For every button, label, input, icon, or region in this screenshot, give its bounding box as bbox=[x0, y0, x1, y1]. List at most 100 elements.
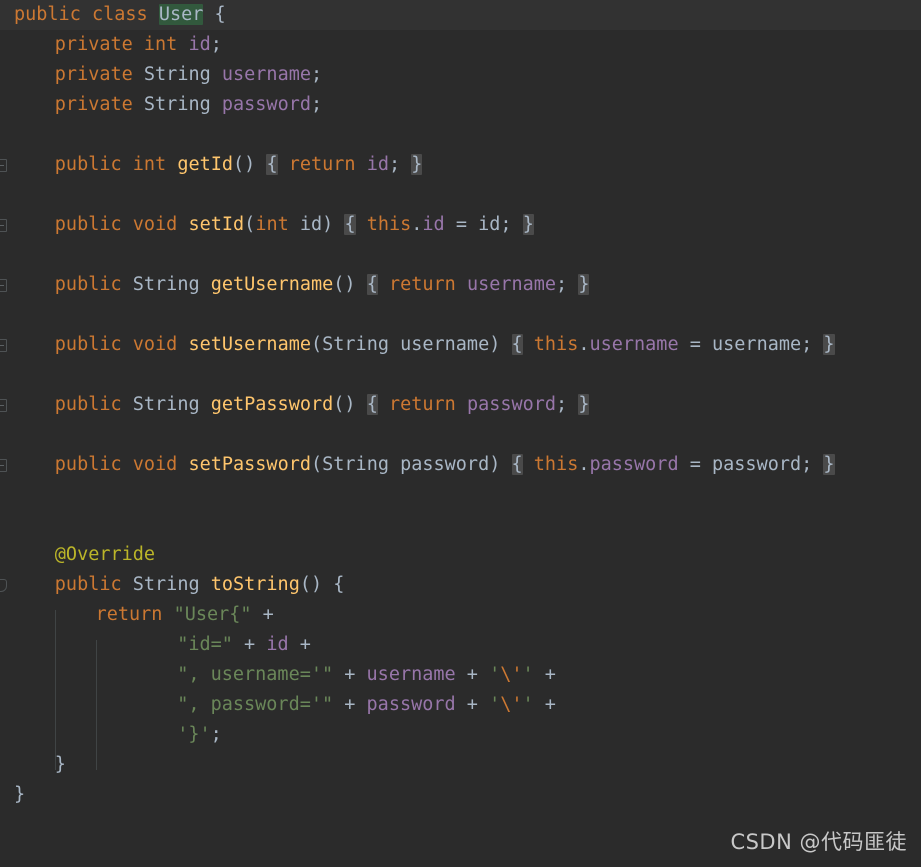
code-token: public bbox=[54, 394, 122, 415]
code-line[interactable]: } bbox=[0, 750, 921, 780]
fold-collapse-icon[interactable] bbox=[0, 339, 7, 352]
code-line[interactable]: return "User{" + bbox=[0, 600, 921, 630]
code-line[interactable]: ", username='" + username + '\'' + bbox=[0, 660, 921, 690]
fold-collapse-icon[interactable] bbox=[0, 219, 7, 232]
fold-collapse-icon[interactable] bbox=[0, 159, 7, 172]
code-token: ) bbox=[489, 334, 501, 355]
code-token: int bbox=[143, 34, 178, 55]
code-line[interactable] bbox=[0, 480, 921, 510]
code-line[interactable]: public void setUsername(String username)… bbox=[0, 330, 921, 360]
code-line[interactable]: public String getUsername() { return use… bbox=[0, 270, 921, 300]
code-line[interactable]: @Override bbox=[0, 540, 921, 570]
code-token: () bbox=[333, 274, 356, 295]
code-line-text: ", password='" + password + '\'' + bbox=[177, 690, 556, 720]
code-line[interactable] bbox=[0, 180, 921, 210]
code-token: username bbox=[400, 334, 490, 355]
code-token: getPassword bbox=[210, 394, 334, 415]
code-token: + bbox=[466, 694, 478, 715]
code-line-text: public String getUsername() { return use… bbox=[55, 270, 590, 300]
code-line-text: public void setUsername(String username)… bbox=[55, 330, 835, 360]
code-token: ( bbox=[311, 454, 323, 475]
code-token: } bbox=[823, 334, 835, 355]
code-line[interactable]: private String password; bbox=[0, 90, 921, 120]
code-line[interactable] bbox=[0, 420, 921, 450]
code-line[interactable]: public class User { bbox=[0, 0, 921, 30]
editor-gutter[interactable] bbox=[0, 0, 22, 867]
code-token: "User{" bbox=[173, 604, 252, 625]
code-line[interactable] bbox=[0, 360, 921, 390]
fold-collapse-icon[interactable] bbox=[0, 459, 7, 472]
code-token: private bbox=[54, 94, 133, 115]
code-token: public bbox=[54, 574, 122, 595]
code-token: ' bbox=[522, 694, 534, 715]
fold-region-icon[interactable] bbox=[0, 579, 7, 592]
code-token: ( bbox=[311, 334, 323, 355]
code-line[interactable]: private int id; bbox=[0, 30, 921, 60]
code-token: = bbox=[689, 334, 701, 355]
code-token: private bbox=[54, 64, 133, 85]
code-line-text: private String username; bbox=[55, 60, 322, 90]
code-line[interactable]: } bbox=[0, 780, 921, 810]
code-token: void bbox=[132, 454, 178, 475]
code-line[interactable]: '}'; bbox=[0, 720, 921, 750]
code-line[interactable]: public String toString() { bbox=[0, 570, 921, 600]
code-line[interactable]: public int getId() { return id; } bbox=[0, 150, 921, 180]
code-line[interactable]: "id=" + id + bbox=[0, 630, 921, 660]
code-token: ' bbox=[522, 664, 534, 685]
code-token: ; bbox=[801, 334, 813, 355]
code-line-text: private int id; bbox=[55, 30, 222, 60]
code-line[interactable] bbox=[0, 300, 921, 330]
code-line[interactable]: public void setPassword(String password)… bbox=[0, 450, 921, 480]
code-token: String bbox=[132, 274, 200, 295]
fold-collapse-icon[interactable] bbox=[0, 399, 7, 412]
code-token: { bbox=[366, 394, 378, 415]
code-line[interactable]: ", password='" + password + '\'' + bbox=[0, 690, 921, 720]
code-token: ( bbox=[244, 214, 256, 235]
code-lines[interactable]: public class User {private int id; privat… bbox=[0, 0, 921, 867]
code-token: { bbox=[214, 4, 226, 25]
code-token: password bbox=[712, 454, 802, 475]
code-line[interactable] bbox=[0, 240, 921, 270]
code-token: @Override bbox=[54, 544, 156, 565]
code-token: public bbox=[54, 334, 122, 355]
code-token: } bbox=[578, 274, 590, 295]
code-line[interactable]: private String username; bbox=[0, 60, 921, 90]
code-line[interactable]: public String getPassword() { return pas… bbox=[0, 390, 921, 420]
code-token: ; bbox=[310, 64, 323, 85]
code-token: setUsername bbox=[188, 334, 311, 355]
code-token: void bbox=[132, 334, 178, 355]
code-token: ", password='" bbox=[177, 694, 334, 715]
code-line[interactable] bbox=[0, 120, 921, 150]
code-line[interactable]: public void setId(int id) { this.id = id… bbox=[0, 210, 921, 240]
code-line[interactable] bbox=[0, 510, 921, 540]
code-editor[interactable]: public class User {private int id; privat… bbox=[0, 0, 921, 867]
fold-collapse-icon[interactable] bbox=[0, 279, 7, 292]
code-token: public bbox=[54, 154, 122, 175]
code-line-text: "id=" + id + bbox=[177, 630, 311, 660]
